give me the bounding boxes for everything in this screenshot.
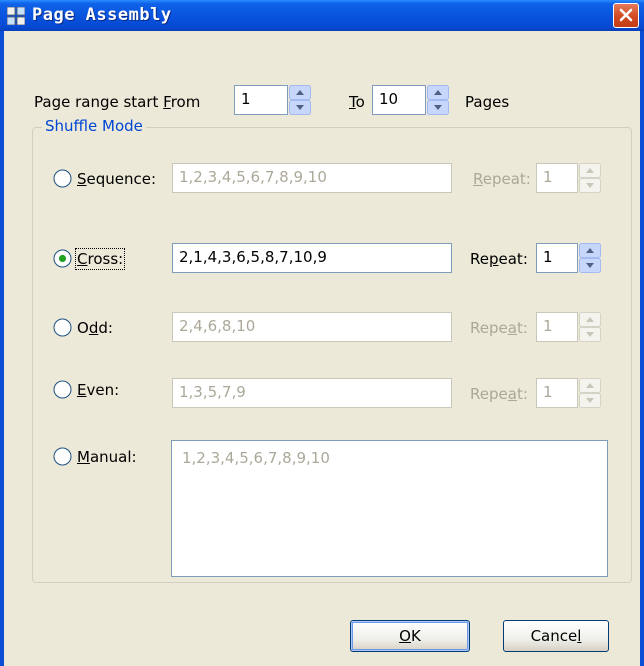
sequence-label[interactable]: Sequence: (77, 170, 156, 188)
ok-button[interactable]: OK (350, 620, 470, 652)
close-button[interactable] (613, 3, 639, 28)
odd-repeat-input[interactable]: 1 (536, 312, 578, 342)
cross-pattern-input[interactable]: 2,1,4,3,6,5,8,7,10,9 (172, 243, 452, 273)
even-radio[interactable] (53, 380, 72, 399)
odd-label[interactable]: Odd: (77, 319, 113, 337)
manual-radio[interactable] (53, 447, 72, 466)
sequence-repeat-spinner[interactable] (579, 163, 601, 193)
to-label: To (349, 93, 365, 111)
cross-repeat-spinner[interactable] (579, 243, 601, 273)
sequence-repeat-input[interactable]: 1 (536, 163, 578, 193)
cross-repeat-label: Repeat: (470, 250, 528, 268)
even-repeat-spinner[interactable] (579, 378, 601, 408)
manual-pattern-textarea[interactable]: 1,2,3,4,5,6,7,8,9,10 (171, 440, 608, 577)
even-label[interactable]: Even: (77, 381, 119, 399)
sequence-repeat-label: Repeat: (473, 170, 531, 188)
from-page-spinner[interactable] (289, 85, 311, 115)
sequence-radio[interactable] (53, 169, 72, 188)
cross-repeat-input[interactable]: 1 (536, 243, 578, 273)
cross-radio[interactable] (53, 249, 72, 268)
app-icon (7, 7, 25, 25)
even-repeat-input[interactable]: 1 (536, 378, 578, 408)
window-title: Page Assembly (32, 5, 172, 25)
to-page-spinner[interactable] (427, 85, 449, 115)
pages-label: Pages (465, 93, 510, 111)
from-page-input[interactable]: 1 (234, 85, 288, 115)
close-icon (619, 8, 633, 22)
title-bar[interactable]: Page Assembly (0, 0, 644, 31)
shuffle-mode-label: Shuffle Mode (42, 117, 146, 135)
odd-repeat-spinner[interactable] (579, 312, 601, 342)
odd-radio[interactable] (53, 318, 72, 337)
cancel-button[interactable]: Cancel (503, 620, 609, 652)
page-range-label: Page range start From (34, 93, 201, 111)
even-pattern-input[interactable]: 1,3,5,7,9 (172, 378, 452, 408)
cross-label[interactable]: Cross: (74, 248, 126, 270)
page-assembly-dialog: Page Assembly Page range start From 1 To… (0, 0, 644, 666)
even-repeat-label: Repeat: (470, 385, 528, 403)
odd-repeat-label: Repeat: (470, 319, 528, 337)
manual-label[interactable]: Manual: (77, 448, 137, 466)
odd-pattern-input[interactable]: 2,4,6,8,10 (172, 312, 452, 342)
to-page-input[interactable]: 10 (372, 85, 426, 115)
sequence-pattern-input[interactable]: 1,2,3,4,5,6,7,8,9,10 (172, 163, 452, 193)
